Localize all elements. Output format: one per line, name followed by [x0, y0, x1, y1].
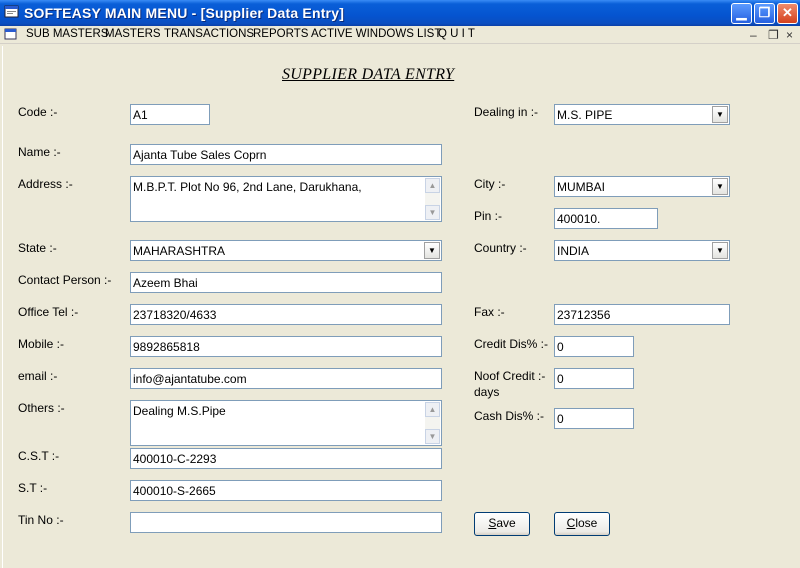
address-label: Address :-	[18, 177, 73, 191]
scroll-up-icon[interactable]: ▲	[425, 402, 440, 417]
menu-reports[interactable]: REPORTS	[253, 28, 308, 40]
city-value: MUMBAI	[557, 180, 605, 194]
country-label: Country :-	[474, 241, 527, 255]
mdi-restore-icon[interactable]: ❐	[768, 28, 779, 42]
child-window-icon[interactable]	[4, 28, 18, 42]
tin-no-label: Tin No :-	[18, 513, 64, 527]
chevron-down-icon[interactable]: ▼	[424, 242, 440, 259]
city-label: City :-	[474, 177, 506, 191]
cst-field[interactable]: 400010-C-2293	[130, 448, 442, 469]
st-field[interactable]: 400010-S-2665	[130, 480, 442, 501]
dealing-in-label: Dealing in :-	[474, 105, 539, 119]
others-field[interactable]: Dealing M.S.Pipe ▲ ▼	[130, 400, 442, 446]
state-value: MAHARASHTRA	[133, 244, 226, 258]
scroll-down-icon[interactable]: ▼	[425, 429, 440, 444]
menu-active-windows-list[interactable]: ACTIVE WINDOWS LIST	[311, 28, 441, 40]
cst-label: C.S.T :-	[18, 449, 60, 463]
window-title: SOFTEASY MAIN MENU - [Supplier Data Entr…	[24, 5, 345, 21]
menu-sub-masters[interactable]: SUB MASTERS	[26, 28, 108, 40]
minimize-icon: ▁	[736, 5, 747, 20]
form-title: SUPPLIER DATA ENTRY	[282, 66, 455, 83]
code-field[interactable]: A1	[130, 104, 210, 125]
close-icon: ✕	[782, 5, 793, 20]
chevron-down-icon[interactable]: ▼	[712, 178, 728, 195]
restore-button[interactable]: ❐	[754, 3, 775, 24]
others-scrollbar[interactable]: ▲ ▼	[425, 402, 440, 444]
mdi-close-icon[interactable]: ×	[786, 28, 793, 42]
st-label: S.T :-	[18, 481, 48, 495]
fax-label: Fax :-	[474, 305, 505, 319]
country-value: INDIA	[557, 244, 590, 258]
noof-credit-days-label: days	[474, 385, 500, 399]
credit-dis-field[interactable]: 0	[554, 336, 634, 357]
noof-credit-days-field[interactable]: 0	[554, 368, 634, 389]
email-label: email :-	[18, 369, 58, 383]
others-label: Others :-	[18, 401, 65, 415]
mobile-label: Mobile :-	[18, 337, 65, 351]
scroll-up-icon[interactable]: ▲	[425, 178, 440, 193]
pin-label: Pin :-	[474, 209, 503, 223]
menu-transactions[interactable]: TRANSACTIONS	[164, 28, 254, 40]
state-label: State :-	[18, 241, 57, 255]
close-button-form[interactable]: Close	[554, 512, 610, 536]
menu-masters[interactable]: MASTERS	[105, 28, 161, 40]
address-scrollbar[interactable]: ▲ ▼	[425, 178, 440, 220]
contact-person-label: Contact Person :-	[18, 273, 112, 287]
cash-dis-field[interactable]: 0	[554, 408, 634, 429]
office-tel-label: Office Tel :-	[18, 305, 79, 319]
noof-credit-label: Noof Credit :-	[474, 369, 546, 383]
fax-field[interactable]: 23712356	[554, 304, 730, 325]
name-label: Name :-	[18, 145, 61, 159]
dealing-in-select[interactable]: M.S. PIPE ▼	[554, 104, 730, 125]
pin-field[interactable]: 400010.	[554, 208, 658, 229]
mdi-minimize-icon[interactable]: –	[750, 28, 757, 42]
title-bar[interactable]: SOFTEASY MAIN MENU - [Supplier Data Entr…	[0, 0, 800, 26]
close-button[interactable]: ✕	[777, 3, 798, 24]
tin-no-field[interactable]	[130, 512, 442, 533]
scroll-down-icon[interactable]: ▼	[425, 205, 440, 220]
chevron-down-icon[interactable]: ▼	[712, 242, 728, 259]
mobile-field[interactable]: 9892865818	[130, 336, 442, 357]
country-select[interactable]: INDIA ▼	[554, 240, 730, 261]
dealing-in-value: M.S. PIPE	[557, 108, 613, 122]
app-window-icon[interactable]	[4, 4, 20, 20]
state-select[interactable]: MAHARASHTRA ▼	[130, 240, 442, 261]
others-text: Dealing M.S.Pipe	[133, 404, 226, 418]
minimize-button[interactable]: ▁	[731, 3, 752, 24]
restore-icon: ❐	[758, 5, 771, 20]
save-button-label: ave	[496, 516, 516, 530]
contact-person-field[interactable]: Azeem Bhai	[130, 272, 442, 293]
credit-dis-label: Credit Dis% :-	[474, 337, 549, 351]
menu-bar: SUB MASTERS MASTERS TRANSACTIONS REPORTS…	[0, 26, 800, 44]
save-button[interactable]: Save	[474, 512, 530, 536]
office-tel-field[interactable]: 23718320/4633	[130, 304, 442, 325]
code-label: Code :-	[18, 105, 58, 119]
email-field[interactable]: info@ajantatube.com	[130, 368, 442, 389]
address-text: M.B.P.T. Plot No 96, 2nd Lane, Darukhana…	[133, 180, 362, 194]
chevron-down-icon[interactable]: ▼	[712, 106, 728, 123]
address-field[interactable]: M.B.P.T. Plot No 96, 2nd Lane, Darukhana…	[130, 176, 442, 222]
cash-dis-label: Cash Dis% :-	[474, 409, 545, 423]
menu-quit[interactable]: Q U I T	[438, 28, 475, 40]
city-select[interactable]: MUMBAI ▼	[554, 176, 730, 197]
close-button-label: lose	[575, 516, 598, 530]
name-field[interactable]: Ajanta Tube Sales Coprn	[130, 144, 442, 165]
